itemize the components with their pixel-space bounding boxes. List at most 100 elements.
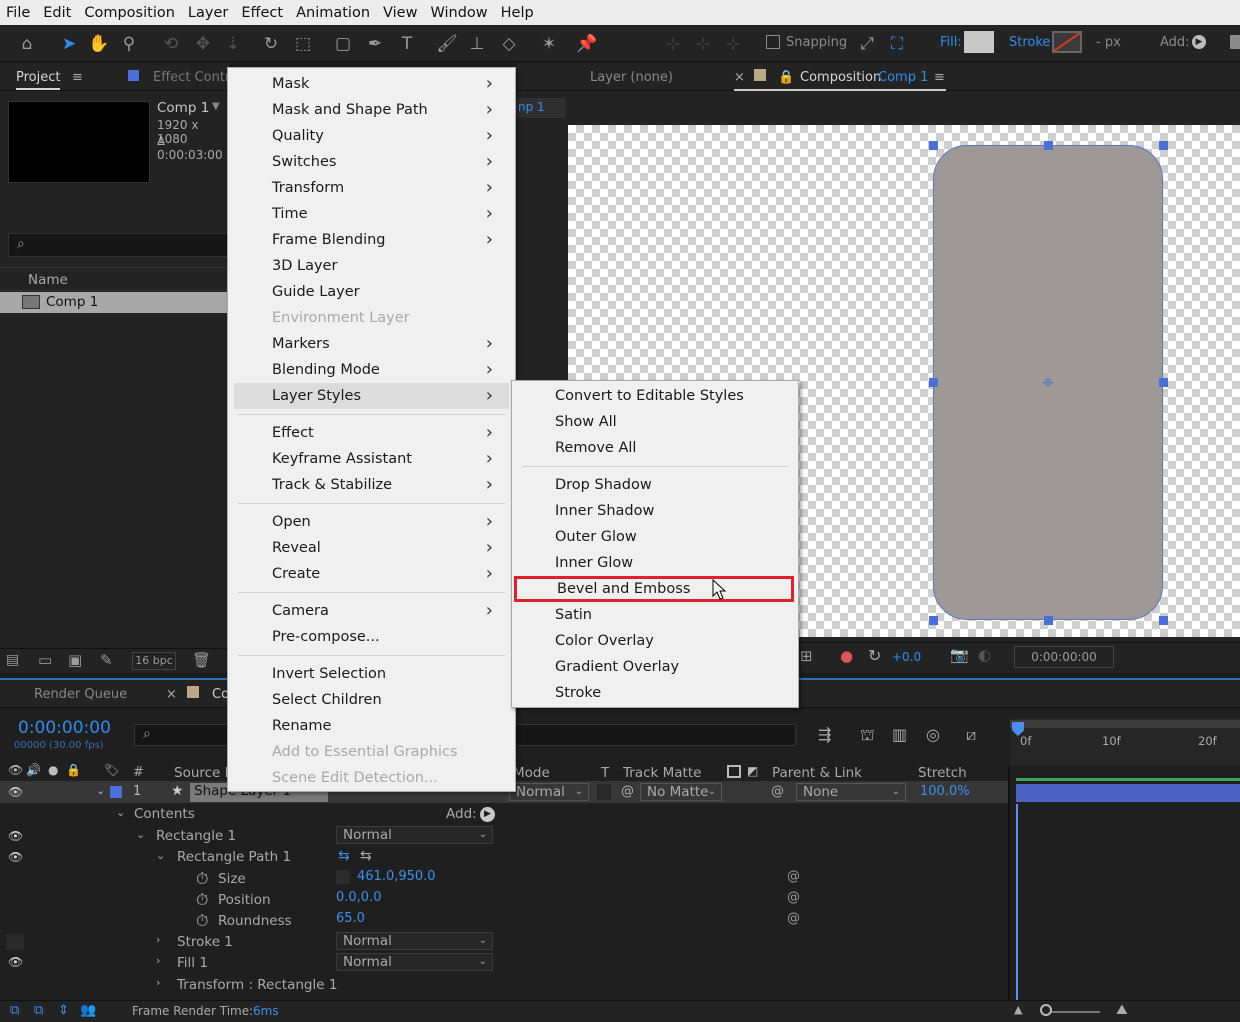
project-item-comp[interactable]: Comp 1 — [0, 292, 230, 313]
transform-handle[interactable] — [1044, 616, 1053, 625]
menu-item-open[interactable]: Open › — [234, 509, 509, 535]
lock-switch-icon[interactable]: 🔒 — [66, 763, 81, 777]
expression-pickwhip-icon[interactable]: @ — [787, 890, 800, 905]
size-value[interactable]: 461.0,950.0 — [357, 869, 436, 884]
menu-item-select-children[interactable]: Select Children — [234, 687, 509, 713]
menu-view[interactable]: View — [377, 5, 423, 21]
hand-tool-icon[interactable]: ✋ — [86, 31, 112, 57]
transform-group-label[interactable]: Transform : Rectangle 1 — [177, 977, 337, 993]
menu-item-convert-to-editable-styles[interactable]: Convert to Editable Styles — [512, 383, 798, 409]
snap-feature-icon[interactable]: ⛶ — [884, 31, 910, 57]
exposure-value[interactable]: +0.0 — [892, 650, 921, 664]
menu-item-markers[interactable]: Markers › — [234, 331, 509, 357]
comp-subtab[interactable]: np 1 — [516, 98, 566, 118]
transform-handle[interactable] — [929, 378, 938, 387]
menu-item-stroke[interactable]: Stroke — [512, 680, 798, 706]
tab-layer[interactable]: Layer (none) — [590, 70, 673, 85]
menu-composition[interactable]: Composition — [78, 5, 181, 21]
expand-chevron-icon[interactable]: ⌄ — [116, 806, 125, 819]
transform-handle[interactable] — [929, 616, 938, 625]
visibility-off-box[interactable] — [6, 934, 24, 950]
region-of-interest-icon[interactable]: ⊞ — [800, 647, 813, 665]
preserve-transparency-checkbox[interactable] — [597, 784, 611, 800]
rectangle-tool-icon[interactable]: ▢ — [330, 31, 356, 57]
toolbar-overflow-icon[interactable] — [1230, 35, 1240, 49]
work-area-bar[interactable] — [1010, 720, 1240, 728]
menu-item-outer-glow[interactable]: Outer Glow — [512, 524, 798, 550]
snap-edge-icon[interactable]: ⤢ — [854, 31, 880, 57]
menu-item-drop-shadow[interactable]: Drop Shadow — [512, 472, 798, 498]
viewer-timecode[interactable]: 0:00:00:00 — [1014, 646, 1114, 668]
panel-menu-icon[interactable]: ≡ — [72, 70, 83, 85]
anchor-point-icon[interactable]: ⌖ — [1037, 371, 1059, 393]
snapping-checkbox[interactable] — [766, 35, 780, 49]
menu-item-inner-glow[interactable]: Inner Glow — [512, 550, 798, 576]
path-direction-reverse-icon[interactable]: ⇆ — [360, 848, 372, 864]
parent-pick-whip-icon[interactable]: @ — [771, 784, 784, 799]
transform-handle[interactable] — [1044, 141, 1053, 150]
layer-label-color[interactable] — [110, 786, 122, 798]
expand-chevron-icon[interactable]: ⌄ — [156, 849, 165, 862]
rectangle-blend-dropdown[interactable]: Normal ⌄ — [336, 826, 493, 844]
menu-item-camera[interactable]: Camera › — [234, 598, 509, 624]
menu-item-layer-styles[interactable]: Layer Styles › — [234, 383, 509, 409]
brush-tool-icon[interactable]: 🖌 — [434, 31, 460, 57]
menu-item-create[interactable]: Create › — [234, 561, 509, 587]
lock-icon[interactable]: 🔒 — [778, 70, 794, 85]
orbit-tool-icon[interactable]: ⟲ — [158, 31, 184, 57]
snapshot-icon[interactable]: 📷 — [950, 646, 969, 664]
track-matte-dropdown[interactable]: No Matte ⌄ — [640, 783, 722, 801]
transfer-controls-icon[interactable]: ⧉ — [34, 1003, 43, 1018]
menu-item-3d-layer[interactable]: 3D Layer — [234, 253, 509, 279]
layer-duration-bar[interactable] — [1016, 784, 1240, 802]
menu-item-reveal[interactable]: Reveal › — [234, 535, 509, 561]
type-tool-icon[interactable]: T — [394, 31, 420, 57]
axis-local-icon[interactable]: ⊹ — [660, 31, 686, 57]
motion-blur-icon[interactable]: ◎ — [926, 725, 940, 744]
home-icon[interactable]: ⌂ — [14, 31, 40, 57]
menu-item-mask[interactable]: Mask › — [234, 71, 509, 97]
zoom-slider-handle[interactable] — [1040, 1004, 1052, 1016]
tab-composition[interactable]: Composition — [800, 70, 881, 85]
zoom-out-icon[interactable]: ▲ — [1014, 1003, 1022, 1016]
expand-chevron-icon[interactable]: ⌄ — [136, 828, 145, 841]
menu-item-switches[interactable]: Switches › — [234, 149, 509, 175]
pan-tool-icon[interactable]: ✥ — [190, 31, 216, 57]
fill-group-label[interactable]: Fill 1 — [177, 955, 208, 971]
stopwatch-icon[interactable]: ⏱ — [196, 911, 208, 931]
time-ruler[interactable]: 0f 10f 20f — [1010, 718, 1240, 766]
graph-editor-icon[interactable]: ⧄ — [966, 725, 976, 745]
add-play-icon[interactable]: ▶ — [1192, 35, 1206, 49]
close-icon[interactable]: × — [734, 70, 745, 85]
close-icon[interactable]: × — [166, 687, 177, 702]
solo-switch-icon[interactable]: ● — [48, 763, 58, 777]
axis-world-icon[interactable]: ⊹ — [690, 31, 716, 57]
pen-tool-icon[interactable]: ✒ — [362, 31, 388, 57]
video-switch-icon[interactable]: 👁 — [8, 763, 23, 777]
expand-chevron-icon[interactable]: › — [156, 933, 160, 946]
menu-help[interactable]: Help — [495, 5, 540, 21]
add-play-icon[interactable]: ▶ — [480, 807, 495, 822]
adjust-settings-icon[interactable]: ✎ — [100, 651, 113, 669]
parent-dropdown[interactable]: None ⌄ — [796, 783, 906, 801]
comp-flowchart-icon[interactable]: ⇶ — [818, 725, 831, 744]
menu-item-transform[interactable]: Transform › — [234, 175, 509, 201]
menu-item-rename[interactable]: Rename — [234, 713, 509, 739]
tab-render-queue[interactable]: Render Queue — [34, 687, 127, 702]
menu-layer[interactable]: Layer — [182, 5, 234, 21]
menu-item-bevel-and-emboss[interactable]: Bevel and Emboss — [514, 576, 794, 602]
menu-item-keyframe-assistant[interactable]: Keyframe Assistant › — [234, 446, 509, 472]
zoom-slider-track[interactable] — [1046, 1011, 1100, 1013]
clone-stamp-tool-icon[interactable]: ⊥ — [464, 31, 490, 57]
new-folder-icon[interactable]: ▭ — [38, 651, 52, 669]
layer-mode-dropdown[interactable]: Normal ⌄ — [509, 783, 589, 801]
menu-item-invert-selection[interactable]: Invert Selection — [234, 661, 509, 687]
tab-project[interactable]: Project — [16, 70, 61, 90]
tab-effect-controls[interactable]: Effect Contro — [153, 70, 238, 85]
menu-item-mask-and-shape-path[interactable]: Mask and Shape Path › — [234, 97, 509, 123]
pan-behind-tool-icon[interactable]: ⬚ — [290, 31, 316, 57]
column-name[interactable]: Name — [28, 272, 68, 288]
dolly-tool-icon[interactable]: ⇣ — [220, 31, 246, 57]
frame-blending-icon[interactable]: ▥ — [892, 725, 907, 744]
rectangle-path-label[interactable]: Rectangle Path 1 — [177, 849, 291, 865]
